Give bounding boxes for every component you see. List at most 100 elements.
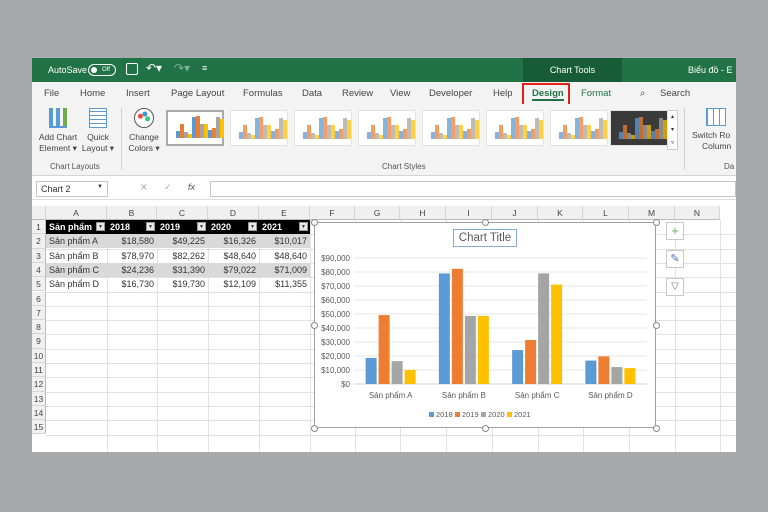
change-colors-button[interactable]: Change Colors ▾ <box>126 106 162 154</box>
row-header-2[interactable]: 2 <box>32 234 46 249</box>
row-header-5[interactable]: 5 <box>32 277 46 292</box>
column-header-J[interactable]: J <box>492 206 538 220</box>
filter-dropdown-icon[interactable]: ▼ <box>197 222 206 231</box>
table-cell[interactable]: $19,730 <box>157 277 208 291</box>
resize-handle[interactable] <box>653 425 660 432</box>
row-header-13[interactable]: 13 <box>32 391 46 406</box>
resize-handle[interactable] <box>311 322 318 329</box>
table-cell[interactable]: $49,225 <box>157 234 208 249</box>
row-header-6[interactable]: 6 <box>32 291 46 306</box>
resize-handle[interactable] <box>653 322 660 329</box>
autosave-toggle[interactable]: Off <box>88 64 116 76</box>
column-header-L[interactable]: L <box>583 206 629 220</box>
bar-2021-0[interactable] <box>404 369 416 384</box>
customize-toolbar-icon[interactable]: ≡ <box>202 63 207 73</box>
bar-2018-2[interactable] <box>512 350 524 384</box>
column-header-A[interactable]: A <box>46 206 107 220</box>
resize-handle[interactable] <box>653 219 660 226</box>
row-header-4[interactable]: 4 <box>32 262 46 278</box>
column-header-F[interactable]: F <box>310 206 355 220</box>
bar-2019-0[interactable] <box>378 315 390 384</box>
tab-page-layout[interactable]: Page Layout <box>171 88 224 99</box>
table-cell[interactable]: $24,236 <box>107 262 157 277</box>
column-header-C[interactable]: C <box>157 206 208 220</box>
column-header-D[interactable]: D <box>208 206 259 220</box>
table-header-cell[interactable]: 2021 ▼ <box>259 220 310 234</box>
row-header-10[interactable]: 10 <box>32 348 46 363</box>
redo-icon[interactable]: ↷▾ <box>174 61 190 75</box>
row-header-3[interactable]: 3 <box>32 248 46 263</box>
bar-2018-3[interactable] <box>585 360 597 384</box>
column-header-N[interactable]: N <box>675 206 720 220</box>
table-cell[interactable]: $18,580 <box>107 234 157 249</box>
chart-style-thumbnail[interactable] <box>610 110 668 146</box>
row-header-11[interactable]: 11 <box>32 363 46 378</box>
tab-data[interactable]: Data <box>302 88 322 99</box>
column-header-G[interactable]: G <box>355 206 400 220</box>
bar-2019-1[interactable] <box>451 268 463 384</box>
column-header-H[interactable]: H <box>400 206 446 220</box>
table-cell[interactable]: $31,390 <box>157 262 208 277</box>
filter-dropdown-icon[interactable]: ▼ <box>248 222 257 231</box>
column-header-K[interactable]: K <box>538 206 583 220</box>
table-cell[interactable]: $16,326 <box>208 234 259 249</box>
chart-elements-plus-icon[interactable]: + <box>666 222 684 240</box>
table-header-cell[interactable]: 2018 ▼ <box>107 220 157 234</box>
column-header-B[interactable]: B <box>107 206 157 220</box>
table-header-cell[interactable]: 2020 ▼ <box>208 220 259 234</box>
enter-icon[interactable]: ✓ <box>164 182 172 193</box>
bar-2019-2[interactable] <box>525 340 537 384</box>
table-cell[interactable]: Sản phẩm D <box>46 277 107 291</box>
row-header-9[interactable]: 9 <box>32 334 46 349</box>
bar-2021-2[interactable] <box>551 284 563 384</box>
bar-2019-3[interactable] <box>598 356 610 384</box>
tab-format[interactable]: Format <box>581 88 611 99</box>
bar-2020-0[interactable] <box>391 361 403 384</box>
row-header-14[interactable]: 14 <box>32 405 46 421</box>
undo-icon[interactable]: ↶▾ <box>146 61 162 75</box>
bar-2020-3[interactable] <box>611 367 623 384</box>
row-header-1[interactable]: 1 <box>32 220 46 235</box>
tab-file[interactable]: File <box>44 88 59 99</box>
table-cell[interactable]: $79,022 <box>208 262 259 277</box>
tab-view[interactable]: View <box>390 88 410 99</box>
search-label[interactable]: Search <box>660 88 690 99</box>
table-cell[interactable]: $78,970 <box>107 249 157 263</box>
add-chart-element-button[interactable]: Add Chart Element ▾ <box>36 106 80 154</box>
table-cell[interactable]: $10,017 <box>259 234 310 249</box>
bar-2020-2[interactable] <box>538 273 550 384</box>
table-cell[interactable]: $82,262 <box>157 249 208 263</box>
bar-2020-1[interactable] <box>464 315 476 384</box>
gallery-scroll[interactable]: ▴ ▾ ▿ <box>667 110 678 150</box>
column-header-E[interactable]: E <box>259 206 310 220</box>
table-header-cell[interactable]: 2019 ▼ <box>157 220 208 234</box>
resize-handle[interactable] <box>482 425 489 432</box>
tab-home[interactable]: Home <box>80 88 105 99</box>
chart-title[interactable]: Chart Title <box>453 229 517 247</box>
bar-2018-0[interactable] <box>365 357 377 384</box>
insert-function-icon[interactable]: fx <box>188 182 195 192</box>
table-cell[interactable]: $12,109 <box>208 277 259 291</box>
switch-row-column-button[interactable]: Switch Ro Column <box>692 106 736 152</box>
table-header-cell[interactable]: Sản phẩm ▼ <box>46 220 107 234</box>
search-icon[interactable]: ⌕ <box>640 88 645 99</box>
formula-input[interactable] <box>210 181 736 197</box>
chart-style-thumbnail[interactable] <box>422 110 480 146</box>
tab-help[interactable]: Help <box>493 88 513 99</box>
table-cell[interactable]: $48,640 <box>208 249 259 263</box>
cancel-icon[interactable]: ✕ <box>140 182 148 193</box>
chart-style-thumbnail[interactable] <box>550 110 608 146</box>
chart-styles-brush-icon[interactable]: ✎ <box>666 250 684 268</box>
chart-style-thumbnail[interactable] <box>486 110 544 146</box>
bar-2021-1[interactable] <box>477 315 489 384</box>
filter-dropdown-icon[interactable]: ▼ <box>299 222 308 231</box>
row-header-7[interactable]: 7 <box>32 305 46 321</box>
row-header-12[interactable]: 12 <box>32 377 46 392</box>
name-box[interactable]: Chart 2 ▼ <box>36 181 108 197</box>
tab-review[interactable]: Review <box>342 88 373 99</box>
tab-formulas[interactable]: Formulas <box>243 88 283 99</box>
column-header-M[interactable]: M <box>629 206 675 220</box>
filter-dropdown-icon[interactable]: ▼ <box>146 222 155 231</box>
chart-object[interactable]: $0 $10,000 $20,000 $30,000 $40,000 $50,000 $60… <box>311 219 660 432</box>
bar-2018-1[interactable] <box>438 273 450 384</box>
